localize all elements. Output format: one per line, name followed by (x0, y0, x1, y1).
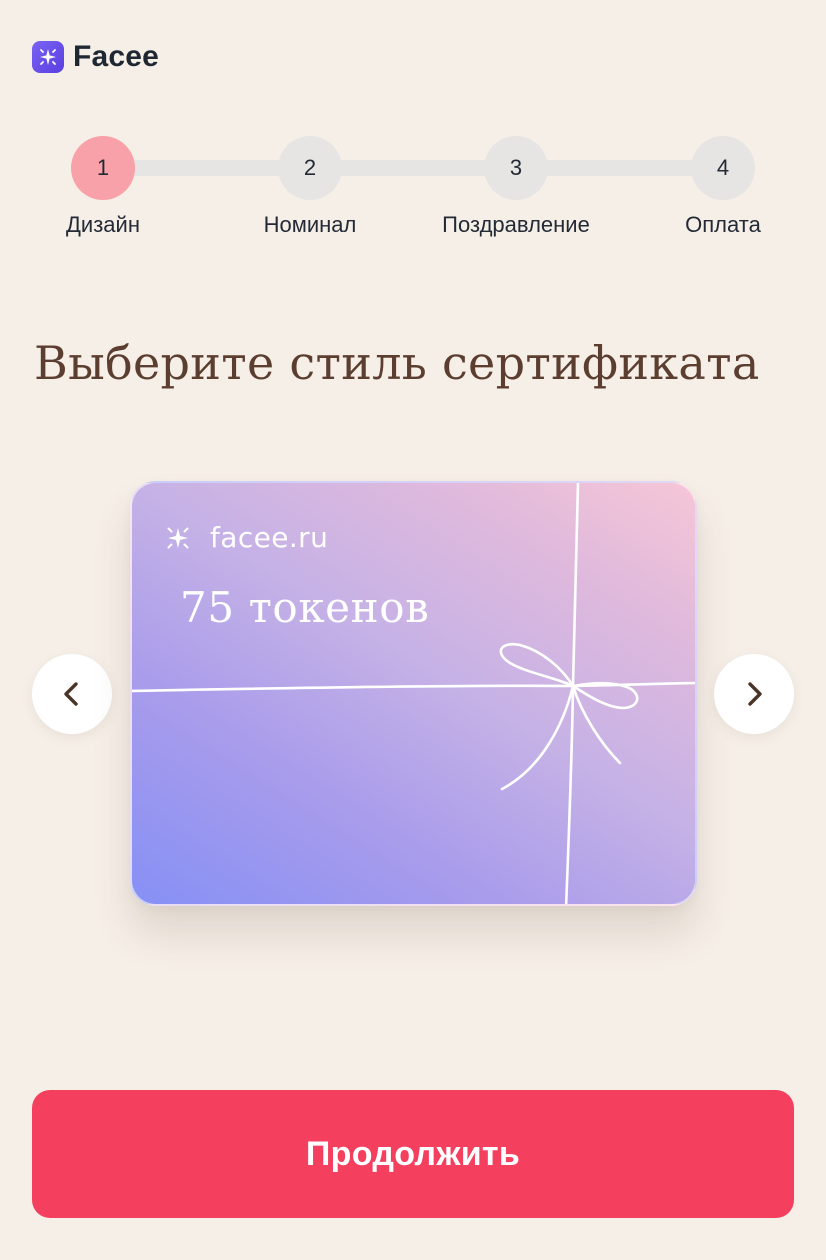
step-4-label: Оплата (685, 212, 761, 237)
step-number: 2 (303, 155, 317, 180)
carousel-prev-button[interactable] (32, 654, 112, 734)
step-3-label: Поздравление (442, 212, 590, 237)
continue-button-label: Продолжить (305, 1134, 521, 1173)
certificate-card[interactable]: facee.ru 75 токенов (130, 481, 697, 906)
step-1-indicator: 1 (71, 136, 135, 200)
step-1-label: Дизайн (66, 212, 140, 237)
step-2-label: Номинал (263, 212, 357, 237)
stepper-track (103, 160, 723, 176)
card-brand-text: facee.ru (210, 521, 329, 554)
step-3-indicator: 3 (484, 136, 548, 200)
step-number: 4 (716, 155, 730, 180)
carousel-next-button[interactable] (714, 654, 794, 734)
step-4-indicator: 4 (691, 136, 755, 200)
card-amount: 75 токенов (180, 583, 430, 632)
sparkle-icon (167, 527, 189, 548)
step-2-indicator: 2 (278, 136, 342, 200)
chevron-left-icon (64, 682, 78, 706)
page-title: Выберите стиль сертификата (34, 336, 760, 390)
progress-stepper: 1 2 3 4 Дизайн Номинал Поздравление Опла… (0, 0, 826, 260)
step-number: 1 (96, 155, 110, 180)
step-number: 3 (509, 155, 523, 180)
card-brand: facee.ru (164, 521, 328, 554)
chevron-right-icon (748, 682, 762, 706)
continue-button[interactable]: Продолжить (32, 1090, 794, 1218)
